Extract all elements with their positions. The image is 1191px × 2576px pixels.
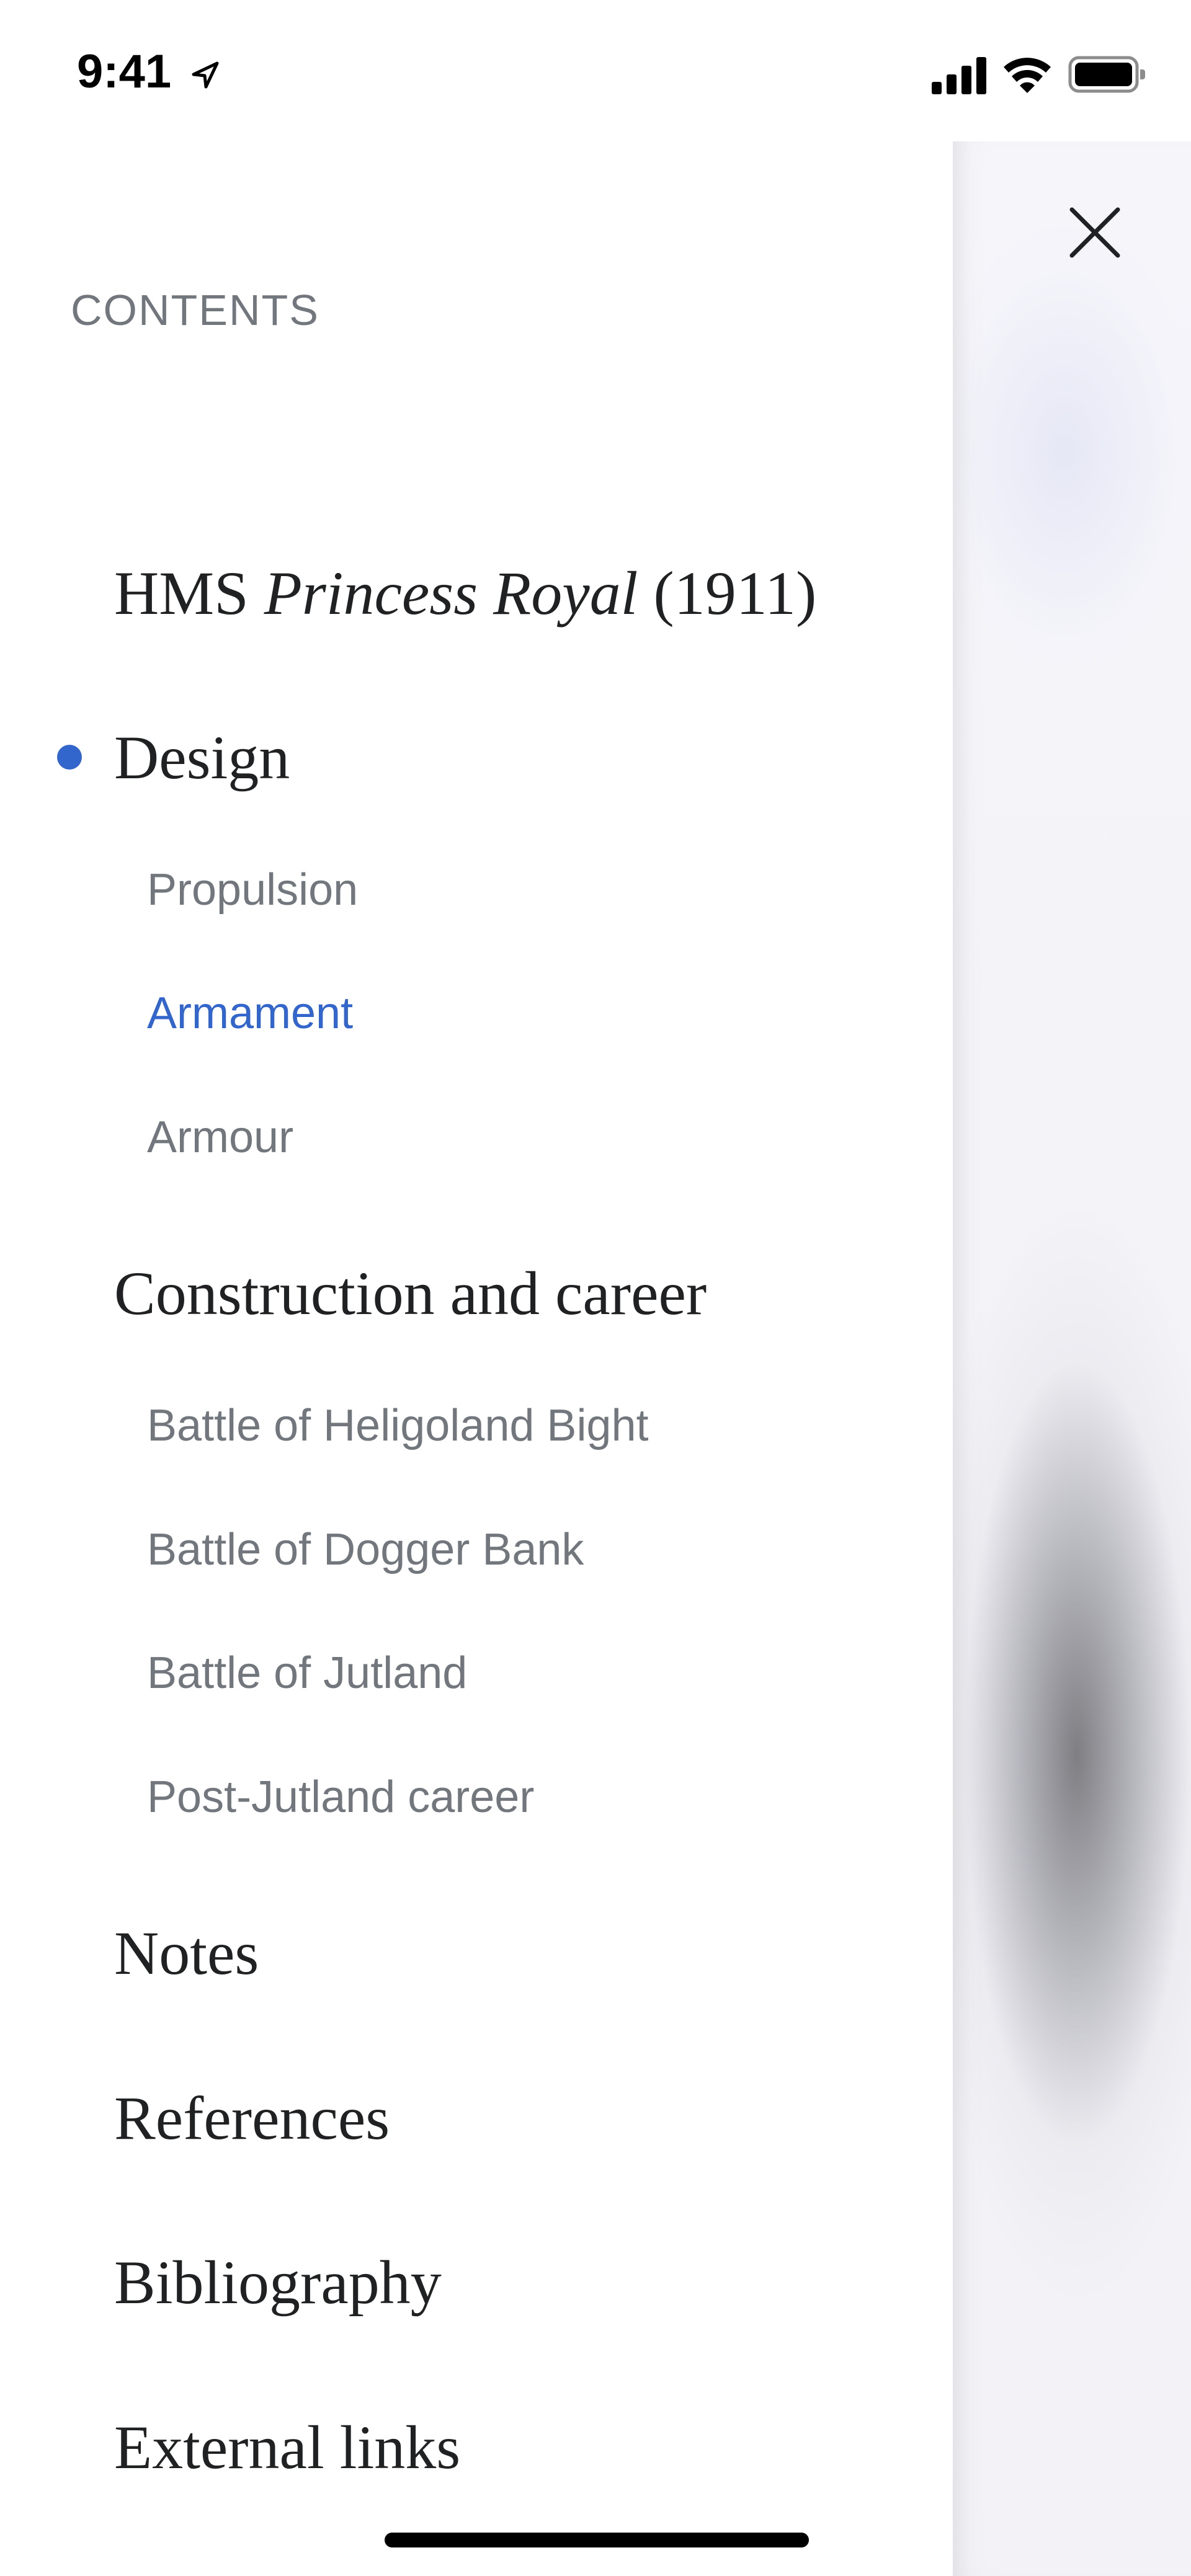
toc-subsection-armament[interactable]: Armament — [147, 982, 353, 1044]
title-suffix: (1911) — [638, 559, 817, 628]
toc-subsection-heligoland-bight[interactable]: Battle of Heligoland Bight — [147, 1395, 649, 1457]
close-button[interactable] — [1061, 198, 1129, 267]
toc-section-design[interactable]: Design — [114, 717, 290, 798]
screen: 9:41 CONTENTS HMS Princess Royal (1911) … — [0, 0, 1191, 2576]
contents-panel — [0, 141, 953, 2576]
toc-section-bibliography[interactable]: Bibliography — [114, 2242, 442, 2323]
toc-section-construction-and-career[interactable]: Construction and career — [114, 1253, 707, 1334]
toc-subsection-dogger-bank[interactable]: Battle of Dogger Bank — [147, 1519, 584, 1581]
current-section-bullet — [57, 745, 82, 770]
cellular-signal-icon — [930, 56, 988, 94]
toc-section-references[interactable]: References — [114, 2078, 390, 2159]
toc-section-external-links[interactable]: External links — [114, 2407, 460, 2488]
title-prefix: HMS — [114, 559, 264, 628]
toc-subsection-jutland[interactable]: Battle of Jutland — [147, 1642, 467, 1704]
toc-section-notes[interactable]: Notes — [114, 1913, 259, 1994]
toc-article-title[interactable]: HMS Princess Royal (1911) — [114, 553, 816, 634]
status-time: 9:41 — [77, 45, 172, 98]
page-background-blurred — [953, 141, 1191, 2576]
battery-icon — [1068, 55, 1146, 94]
panel-edge-shadow — [953, 141, 971, 2576]
location-arrow-icon — [186, 57, 223, 94]
toc-subsection-propulsion[interactable]: Propulsion — [147, 859, 358, 921]
toc-subsection-armour[interactable]: Armour — [147, 1106, 293, 1168]
home-indicator[interactable] — [385, 2533, 809, 2547]
wifi-icon — [1001, 53, 1053, 94]
toc-subsection-post-jutland-career[interactable]: Post-Jutland career — [147, 1766, 534, 1828]
close-icon — [1069, 207, 1120, 258]
title-italic: Princess Royal — [264, 559, 638, 628]
contents-heading: CONTENTS — [71, 286, 319, 334]
status-bar: 9:41 — [0, 0, 1191, 141]
